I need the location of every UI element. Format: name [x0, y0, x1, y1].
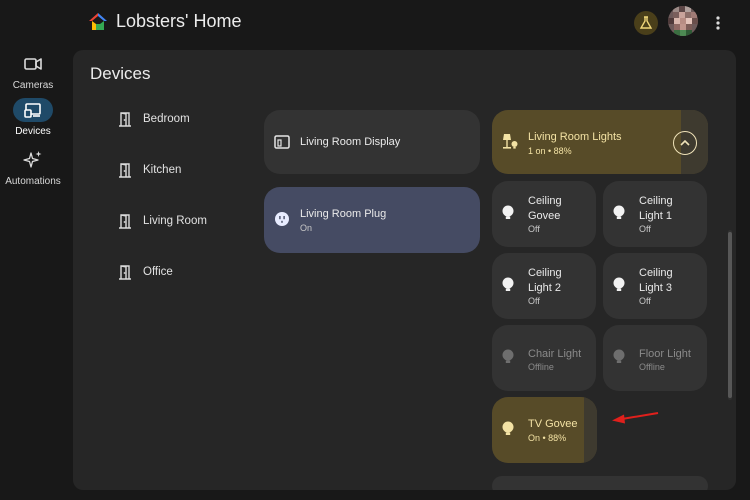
room-label: Office — [143, 266, 173, 278]
nav-automations[interactable]: Automations — [0, 148, 66, 187]
door-icon — [119, 214, 131, 229]
devices-panel: Devices Bedroom Kitchen Living Room Offi… — [73, 50, 736, 490]
devices-icon — [24, 103, 41, 118]
device-status: Off — [639, 224, 651, 234]
flask-icon — [639, 16, 653, 29]
room-item-bedroom[interactable]: Bedroom — [117, 109, 190, 129]
room-item-living-room[interactable]: Living Room — [117, 211, 207, 231]
light-card-tv-govee[interactable]: TV Govee On • 88% — [492, 397, 597, 463]
lamp-group-icon — [503, 134, 518, 149]
light-card-ceiling-light-2[interactable]: Ceiling Light 2 Off — [492, 253, 596, 319]
device-status: On — [300, 223, 313, 233]
bulb-icon — [613, 349, 625, 363]
device-status: Offline — [528, 362, 554, 372]
device-name: Ceiling Govee — [528, 195, 562, 222]
room-label: Living Room — [143, 215, 207, 227]
device-name: Living Room Lights — [528, 131, 622, 143]
door-icon — [119, 112, 131, 127]
top-bar: Lobsters' Home — [0, 0, 750, 46]
camera-icon — [24, 58, 42, 70]
next-card-peek — [492, 476, 708, 490]
device-name: Chair Light — [528, 348, 582, 360]
nav-label-devices: Devices — [15, 126, 51, 137]
device-name: Living Room Display — [300, 136, 401, 148]
scrollbar-thumb[interactable] — [728, 232, 732, 398]
device-name: Living Room Plug — [300, 208, 387, 220]
page-title: Devices — [90, 64, 151, 83]
door-icon — [119, 163, 131, 178]
door-icon — [119, 265, 131, 280]
google-home-logo-icon — [89, 13, 107, 30]
nav-cameras[interactable]: Cameras — [0, 52, 66, 91]
light-card-ceiling-light-3[interactable]: Ceiling Light 3 Off — [603, 253, 707, 319]
device-name: TV Govee — [528, 418, 578, 430]
light-card-ceiling-light-1[interactable]: Ceiling Light 1 Off — [603, 181, 707, 247]
bulb-icon — [502, 349, 514, 363]
more-options-button[interactable] — [710, 10, 726, 36]
bulb-icon — [502, 205, 514, 219]
light-card-ceiling-govee[interactable]: Ceiling Govee Off — [492, 181, 596, 247]
room-item-kitchen[interactable]: Kitchen — [117, 160, 181, 180]
bulb-icon — [502, 277, 514, 291]
light-card-floor-light[interactable]: Floor Light Offline — [603, 325, 707, 391]
nav-label-automations: Automations — [5, 176, 61, 187]
more-vert-icon — [716, 16, 720, 30]
nav-devices[interactable]: Devices — [0, 98, 66, 137]
device-status: Offline — [639, 362, 665, 372]
nav-label-cameras: Cameras — [12, 80, 54, 91]
account-avatar[interactable] — [668, 6, 698, 36]
device-group-living-room-lights[interactable]: Living Room Lights 1 on • 88% — [492, 110, 708, 174]
device-status: Off — [528, 296, 540, 306]
bulb-icon — [613, 205, 625, 219]
labs-flask-button[interactable] — [634, 11, 658, 35]
collapse-group-button[interactable] — [673, 131, 697, 155]
bulb-icon — [613, 277, 625, 291]
device-name: Floor Light — [639, 348, 691, 360]
chevron-up-icon — [680, 140, 690, 146]
smart-display-icon — [274, 135, 290, 149]
device-name: Ceiling Light 1 — [639, 195, 673, 222]
room-label: Bedroom — [143, 113, 190, 125]
device-name: Ceiling Light 2 — [528, 267, 562, 294]
room-label: Kitchen — [143, 164, 182, 176]
room-item-office[interactable]: Office — [117, 262, 173, 282]
device-status: 1 on • 88% — [528, 146, 572, 156]
light-card-chair-light[interactable]: Chair Light Offline — [492, 325, 596, 391]
device-name: Ceiling Light 3 — [639, 267, 673, 294]
device-status: Off — [639, 296, 651, 306]
home-title[interactable]: Lobsters' Home — [116, 11, 242, 32]
device-card-living-room-plug[interactable]: Living Room Plug On — [264, 187, 480, 253]
device-card-living-room-display[interactable]: Living Room Display — [264, 110, 480, 174]
avatar-pixelated-image — [668, 6, 698, 36]
bulb-icon — [502, 421, 514, 435]
device-status: On • 88% — [528, 433, 567, 443]
sparkle-icon — [23, 151, 42, 168]
device-status: Off — [528, 224, 540, 234]
plug-icon — [275, 212, 289, 226]
